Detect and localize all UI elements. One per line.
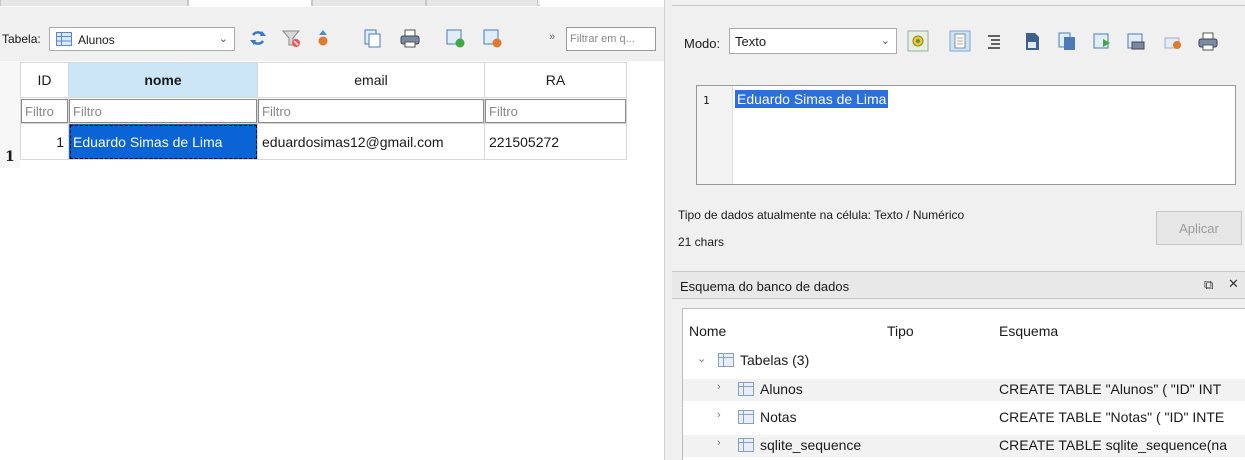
tree-item-sqlite-sequence[interactable]: › sqlite_sequence CREATE TABLE sqlite_se… [683,435,1245,457]
close-icon[interactable]: ✕ [1228,276,1239,292]
pane-splitter[interactable] [664,0,672,460]
tree-item-name: Notas [760,409,797,425]
auto-switch-mode-icon[interactable] [907,30,929,52]
copy-icon[interactable] [361,27,383,49]
tab-edit-pragmas[interactable] [312,0,426,6]
more-chevron-icon[interactable]: » [549,31,555,43]
schema-dock-header: Esquema do banco de dados ⧉ ✕ [672,271,1245,299]
chevron-down-icon: ⌄ [880,35,890,47]
apply-button[interactable]: Aplicar [1156,211,1242,245]
schema-col-nome[interactable]: Nome [689,323,726,339]
row-number[interactable]: 1 [0,140,20,176]
filter-id-input[interactable]: Filtro [21,98,68,123]
column-header-email[interactable]: email [257,62,485,98]
filter-email-input[interactable]: Filtro [258,98,484,123]
filter-ra-input[interactable]: Filtro [485,98,626,123]
global-filter-input[interactable]: Filtrar em q... [566,27,656,51]
print-icon[interactable] [399,27,421,49]
edit-cell-pane: Modo: Texto ⌄ 1 Eduardo Simas de Lima Ti… [672,0,1245,460]
float-dock-icon[interactable]: ⧉ [1204,277,1213,293]
tab-strip [0,0,540,6]
open-file-icon[interactable] [1091,30,1113,52]
tree-item-name: Alunos [760,381,803,397]
cell-type-info: Tipo de dados atualmente na célula: Text… [678,208,965,222]
refresh-icon[interactable] [247,27,269,49]
schema-col-esquema[interactable]: Esquema [999,323,1058,339]
filter-nome-input[interactable]: Filtro [69,98,257,123]
line-number-gutter: 1 [697,86,733,184]
grid-header-row: ID nome email RA [20,62,627,98]
table-row: 1 Eduardo Simas de Lima eduardosimas12@g… [20,123,627,160]
chevron-right-icon[interactable]: › [717,437,721,449]
save-file-icon[interactable] [1125,30,1147,52]
line-number: 1 [703,94,710,107]
dock-title-remnant [672,0,1245,6]
schema-col-tipo[interactable]: Tipo [887,323,914,339]
clear-filters-icon[interactable] [280,27,302,49]
cell-id[interactable]: 1 [20,123,69,160]
cell-nome-selected[interactable]: Eduardo Simas de Lima [68,123,258,160]
column-header-id[interactable]: ID [20,62,69,98]
editor-selected-text[interactable]: Eduardo Simas de Lima [735,90,889,108]
table-icon [738,410,754,424]
tree-group-tables[interactable]: ⌄ Tabelas (3) [683,350,1245,372]
table-select-value: Alunos [78,33,115,47]
data-grid: ID nome email RA Filtro Filtro Filtro Fi… [20,62,627,160]
chevron-down-icon: ⌄ [218,33,228,45]
export-icon[interactable] [1056,30,1078,52]
char-count: 21 chars [678,235,725,249]
tab-execute-sql[interactable] [426,0,538,6]
tree-item-schema: CREATE TABLE sqlite_sequence(na [999,437,1228,453]
sort-icon[interactable] [312,27,334,49]
table-icon [738,438,754,452]
table-icon [56,32,72,46]
table-icon [738,382,754,396]
print-icon[interactable] [1197,30,1219,52]
tree-group-label: Tabelas (3) [740,352,810,368]
tree-item-alunos[interactable]: › Alunos CREATE TABLE "Alunos" ( "ID" IN… [683,379,1245,401]
mode-label: Modo: [684,36,721,51]
mode-select[interactable]: Texto ⌄ [729,28,897,54]
cell-ra[interactable]: 221505272 [484,123,627,160]
tables-folder-icon [718,353,734,367]
column-header-ra[interactable]: RA [484,62,627,98]
cell-email[interactable]: eduardosimas12@gmail.com [257,123,485,160]
indent-icon[interactable] [983,30,1005,52]
chevron-right-icon[interactable]: › [717,409,721,421]
tab-structure[interactable] [0,0,188,6]
delete-record-icon[interactable] [481,27,503,49]
set-null-icon[interactable] [1162,30,1184,52]
table-label: Tabela: [2,32,41,46]
insert-record-icon[interactable] [444,27,466,49]
chevron-down-icon[interactable]: ⌄ [697,352,706,365]
table-select[interactable]: Alunos ⌄ [49,27,235,51]
tree-item-schema: CREATE TABLE "Notas" ( "ID" INTE [999,409,1225,425]
schema-tree: Nome Tipo Esquema ⌄ Tabelas (3) › Alunos… [682,308,1245,460]
tree-item-schema: CREATE TABLE "Alunos" ( "ID" INT [999,381,1222,397]
mode-select-value: Texto [735,34,767,49]
tree-item-notas[interactable]: › Notas CREATE TABLE "Notas" ( "ID" INTE [683,407,1245,429]
browse-data-pane: Tabela: Alunos ⌄ » Filtrar em q... ID no… [0,0,664,460]
word-wrap-icon[interactable] [949,30,971,52]
tree-item-name: sqlite_sequence [760,437,862,453]
chevron-right-icon[interactable]: › [717,381,721,393]
import-icon[interactable] [1021,30,1043,52]
cell-editor[interactable]: 1 Eduardo Simas de Lima [696,85,1236,185]
schema-title: Esquema do banco de dados [680,279,850,294]
column-header-nome[interactable]: nome [68,62,258,98]
grid-filter-row: Filtro Filtro Filtro Filtro [20,97,627,124]
browse-toolbar: Tabela: Alunos ⌄ » Filtrar em q... [0,7,664,61]
tab-browse-data[interactable] [188,0,312,6]
